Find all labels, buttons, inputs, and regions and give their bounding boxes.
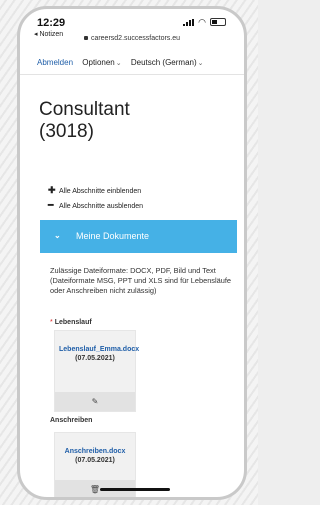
status-time: 12:29 (37, 17, 66, 29)
collapse-all-label: Alle Abschnitte ausblenden (59, 203, 144, 210)
minus-icon: ━ (48, 200, 54, 210)
chevron-down-icon: ⌄ (197, 60, 204, 67)
plus-icon: ✚ (48, 185, 56, 195)
resume-file-link[interactable]: Lebenslauf_Emma.docx (55, 345, 139, 354)
options-menu[interactable]: Optionen⌄ (82, 58, 121, 67)
status-bar: 12:29 ◂ Notizen ◠ careersd2.successfacto… (20, 9, 244, 43)
chevron-down-icon: ⌄ (54, 231, 61, 240)
url-text: careersd2.successfactors.eu (90, 35, 181, 42)
page-title: Consultant (3018) (39, 99, 130, 143)
chevron-down-icon: ⌄ (115, 60, 122, 67)
pencil-icon: ✎ (91, 397, 99, 406)
signal-icon (183, 18, 195, 26)
logout-link[interactable]: Abmelden (37, 58, 73, 67)
home-indicator (100, 488, 170, 491)
resume-label: * Lebenslauf (50, 319, 92, 326)
lock-icon (83, 36, 88, 40)
page-title-line1: Consultant (39, 99, 130, 120)
nav-divider (20, 74, 244, 75)
resume-label-text: Lebenslauf (54, 319, 92, 326)
section-header-my-documents[interactable]: ⌄ Meine Dokumente (40, 220, 237, 253)
trash-icon: 🗑 (89, 485, 101, 494)
url-bar[interactable]: careersd2.successfactors.eu (20, 35, 244, 42)
required-marker: * (50, 319, 53, 326)
collapse-all-link[interactable]: ━ Alle Abschnitte ausblenden (48, 200, 143, 211)
allowed-formats-text: Zulässige Dateiformate: DOCX, PDF, Bild … (50, 266, 232, 295)
wifi-icon: ◠ (198, 17, 206, 27)
expand-all-label: Alle Abschnitte einblenden (59, 188, 142, 195)
cover-letter-file-date: (07.05.2021) (75, 457, 115, 464)
battery-icon (210, 18, 226, 26)
resume-file-date: (07.05.2021) (75, 355, 115, 362)
language-label: Deutsch (German) (130, 58, 197, 67)
cover-letter-file-link[interactable]: Anschreiben.docx (55, 447, 135, 456)
cover-letter-label: Anschreiben (50, 417, 93, 424)
page-title-line2: (3018) (39, 121, 94, 142)
options-label: Optionen (82, 58, 115, 67)
language-menu[interactable]: Deutsch (German)⌄ (131, 58, 204, 67)
expand-all-link[interactable]: ✚ Alle Abschnitte einblenden (48, 185, 141, 196)
resume-file-card: Lebenslauf_Emma.docx (07.05.2021) ✎ (54, 330, 139, 412)
section-title: Meine Dokumente (76, 231, 150, 241)
top-nav: Abmelden Optionen⌄ Deutsch (German)⌄ (37, 58, 211, 67)
phone-frame: 12:29 ◂ Notizen ◠ careersd2.successfacto… (17, 6, 247, 500)
status-icons: ◠ (183, 17, 226, 27)
resume-edit-button[interactable]: ✎ (55, 392, 135, 411)
